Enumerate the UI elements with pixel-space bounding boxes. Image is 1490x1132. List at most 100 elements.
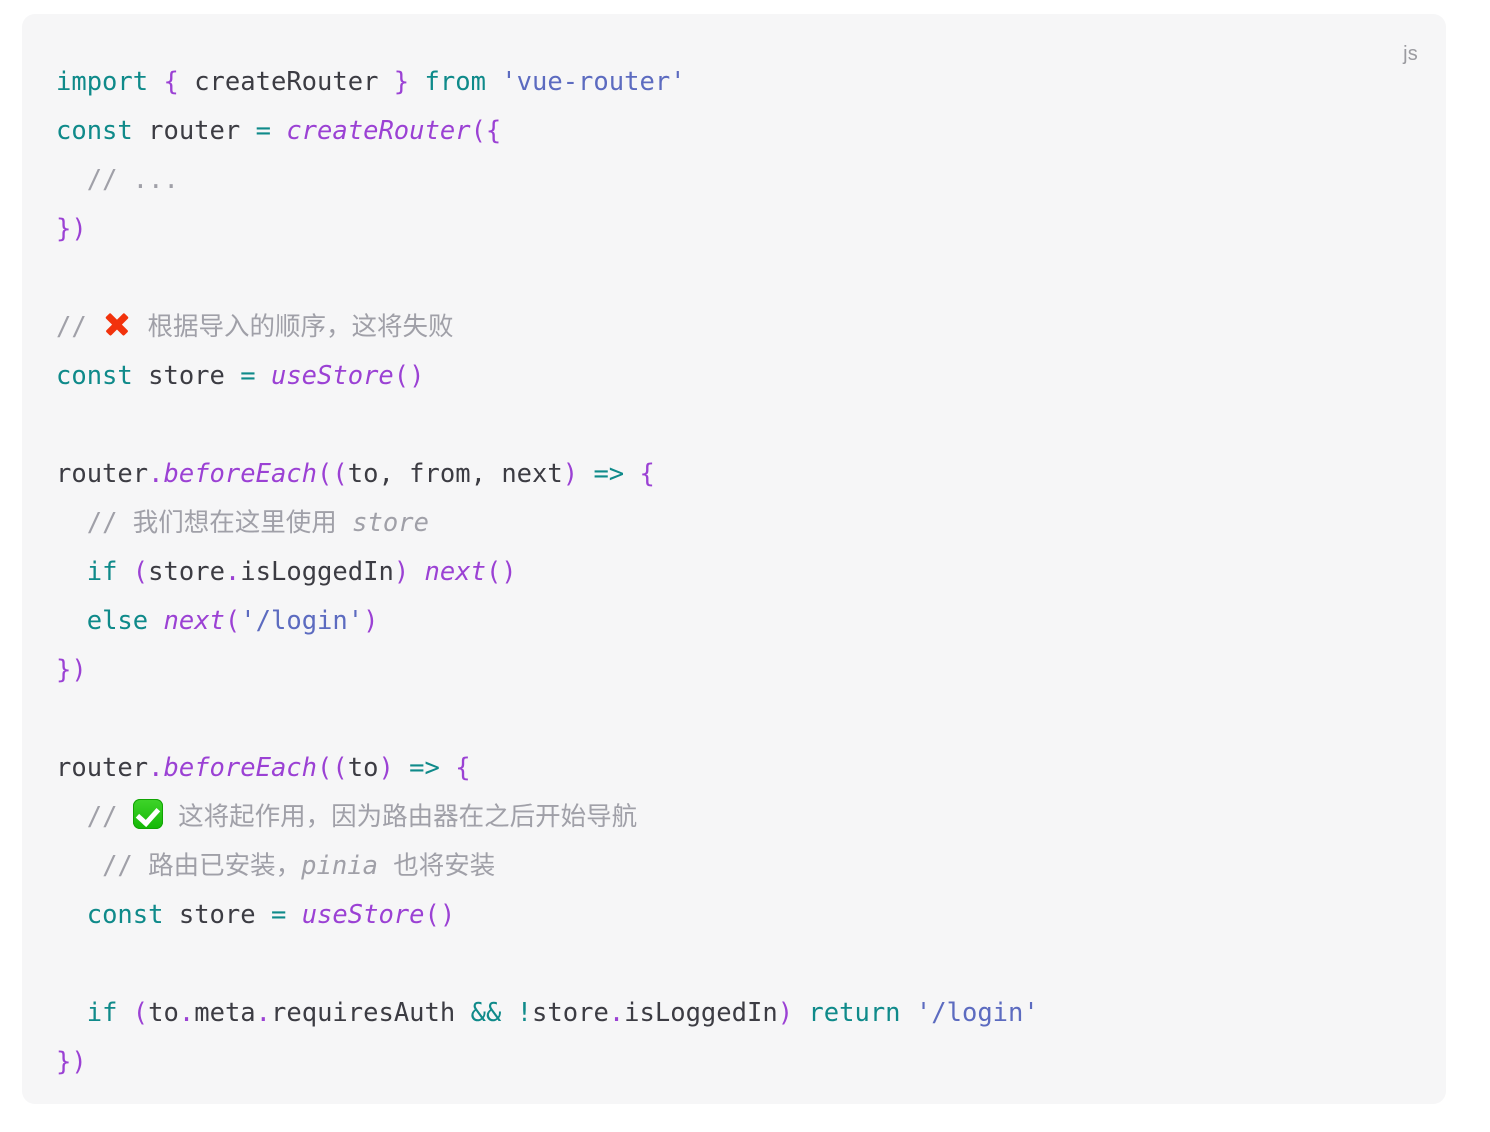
- token-dot: .: [255, 998, 272, 1028]
- token-identifier-router: router: [148, 116, 241, 146]
- token-function-useStore: useStore: [270, 361, 394, 391]
- token-keyword-else: else: [86, 606, 149, 636]
- token-identifier-createRouter: createRouter: [194, 67, 379, 97]
- token-close-brace: }: [393, 67, 410, 97]
- token-identifier-store: store: [148, 361, 225, 391]
- token-dot: .: [148, 753, 164, 783]
- code-line: router.beforeEach((to, from, next) => {: [56, 450, 1410, 499]
- token-keyword-const: const: [86, 900, 164, 930]
- token-arrow: =>: [409, 753, 440, 783]
- token-comment-pinia: pinia: [301, 851, 378, 881]
- token-open-paren: (: [132, 557, 149, 587]
- token-empty-parens: (): [485, 557, 517, 587]
- token-keyword-return: return: [808, 998, 901, 1028]
- token-close-paren: ): [562, 459, 579, 489]
- code-line: // 根据导入的顺序，这将失败: [56, 303, 1410, 352]
- code-line: if (to.meta.requiresAuth && !store.isLog…: [56, 989, 1410, 1038]
- token-identifier-router: router: [56, 459, 149, 489]
- token-operator-equals: =: [270, 900, 287, 930]
- token-comment-also-installed: 也将安装: [393, 851, 496, 881]
- token-function-useStore: useStore: [301, 900, 425, 930]
- cross-mark-icon: [102, 309, 132, 339]
- token-function-beforeEach: beforeEach: [163, 459, 318, 489]
- token-keyword-import: import: [56, 67, 149, 97]
- token-function-next: next: [163, 606, 225, 636]
- token-close-paren: ): [378, 753, 394, 783]
- check-mark-button-icon: [132, 799, 163, 829]
- token-open-paren: (: [132, 998, 149, 1028]
- token-keyword-const: const: [56, 116, 133, 146]
- token-property-isLoggedIn: isLoggedIn: [624, 998, 778, 1028]
- token-dot: .: [224, 557, 241, 587]
- token-function-next: next: [424, 557, 486, 587]
- token-keyword-if: if: [86, 557, 118, 587]
- token-operator-not: !: [516, 998, 533, 1028]
- token-close-paren: ): [363, 606, 379, 636]
- code-block: js import { createRouter } from 'vue-rou…: [22, 14, 1446, 1104]
- token-comment-works: 这将起作用，因为路由器在之后开始导航: [178, 802, 638, 832]
- token-comma: ,: [378, 459, 394, 489]
- code-line: // 这将起作用，因为路由器在之后开始导航: [56, 793, 1410, 842]
- token-operator-equals: =: [240, 361, 256, 391]
- token-function-beforeEach: beforeEach: [163, 753, 318, 783]
- token-empty-parens: (): [424, 900, 456, 930]
- token-comment-slashes: //: [86, 508, 118, 538]
- token-open-brace: {: [455, 753, 471, 783]
- code-line: const router = createRouter({: [56, 107, 1410, 156]
- code-scroll-area[interactable]: import { createRouter } from 'vue-router…: [22, 14, 1446, 1104]
- token-identifier-store: store: [178, 900, 256, 930]
- token-string-login: '/login': [240, 606, 364, 636]
- token-operator-equals: =: [255, 116, 271, 146]
- token-close-paren: ): [777, 998, 794, 1028]
- code-line: if (store.isLoggedIn) next(): [56, 548, 1410, 597]
- token-open-paren: (: [224, 606, 241, 636]
- code-line: else next('/login'): [56, 597, 1410, 646]
- token-double-open-paren: ((: [317, 753, 348, 783]
- token-keyword-if: if: [86, 998, 118, 1028]
- token-close-paren-brace: }): [56, 214, 87, 244]
- token-function-createRouter: createRouter: [286, 116, 471, 146]
- code-line: const store = useStore(): [56, 352, 1410, 401]
- token-open-brace: {: [639, 459, 655, 489]
- token-close-paren: ): [393, 557, 410, 587]
- code-content[interactable]: import { createRouter } from 'vue-router…: [22, 58, 1446, 1087]
- token-comment-dots: // ...: [86, 165, 179, 195]
- token-param-to: to: [347, 459, 379, 489]
- code-line: const store = useStore(): [56, 891, 1410, 940]
- code-line: // 我们想在这里使用 store: [56, 499, 1410, 548]
- token-property-requiresAuth: requiresAuth: [271, 998, 456, 1028]
- token-keyword-const: const: [56, 361, 133, 391]
- token-identifier-store: store: [532, 998, 609, 1028]
- token-operator-and: &&: [470, 998, 502, 1028]
- code-line: }): [56, 1038, 1410, 1087]
- token-param-from: from: [409, 459, 471, 489]
- token-close-paren-brace: }): [56, 1047, 87, 1077]
- token-comment-store-word: store: [352, 508, 429, 538]
- token-string-login: '/login': [915, 998, 1039, 1028]
- code-line: // 路由已安装，pinia 也将安装: [56, 842, 1410, 891]
- token-double-open-paren: ((: [317, 459, 348, 489]
- token-empty-parens: (): [393, 361, 425, 391]
- token-string-vue-router: 'vue-router': [501, 67, 686, 97]
- token-comment-slashes: //: [56, 312, 87, 342]
- token-property-meta: meta: [194, 998, 256, 1028]
- token-param-to: to: [148, 998, 179, 1028]
- code-line: }): [56, 646, 1410, 695]
- token-identifier-router: router: [56, 753, 149, 783]
- token-comma: ,: [470, 459, 486, 489]
- token-open-paren-brace: ({: [470, 116, 502, 146]
- token-arrow: =>: [593, 459, 625, 489]
- token-property-isLoggedIn: isLoggedIn: [240, 557, 394, 587]
- token-comment-use-store: 我们想在这里使用: [132, 508, 337, 538]
- token-keyword-from: from: [424, 67, 486, 97]
- token-identifier-store: store: [148, 557, 225, 587]
- token-dot: .: [608, 998, 625, 1028]
- token-comment-fail: 根据导入的顺序，这将失败: [147, 312, 454, 342]
- token-dot: .: [148, 459, 164, 489]
- code-line: import { createRouter } from 'vue-router…: [56, 58, 1410, 107]
- token-dot: .: [178, 998, 195, 1028]
- token-close-paren-brace: }): [56, 655, 87, 685]
